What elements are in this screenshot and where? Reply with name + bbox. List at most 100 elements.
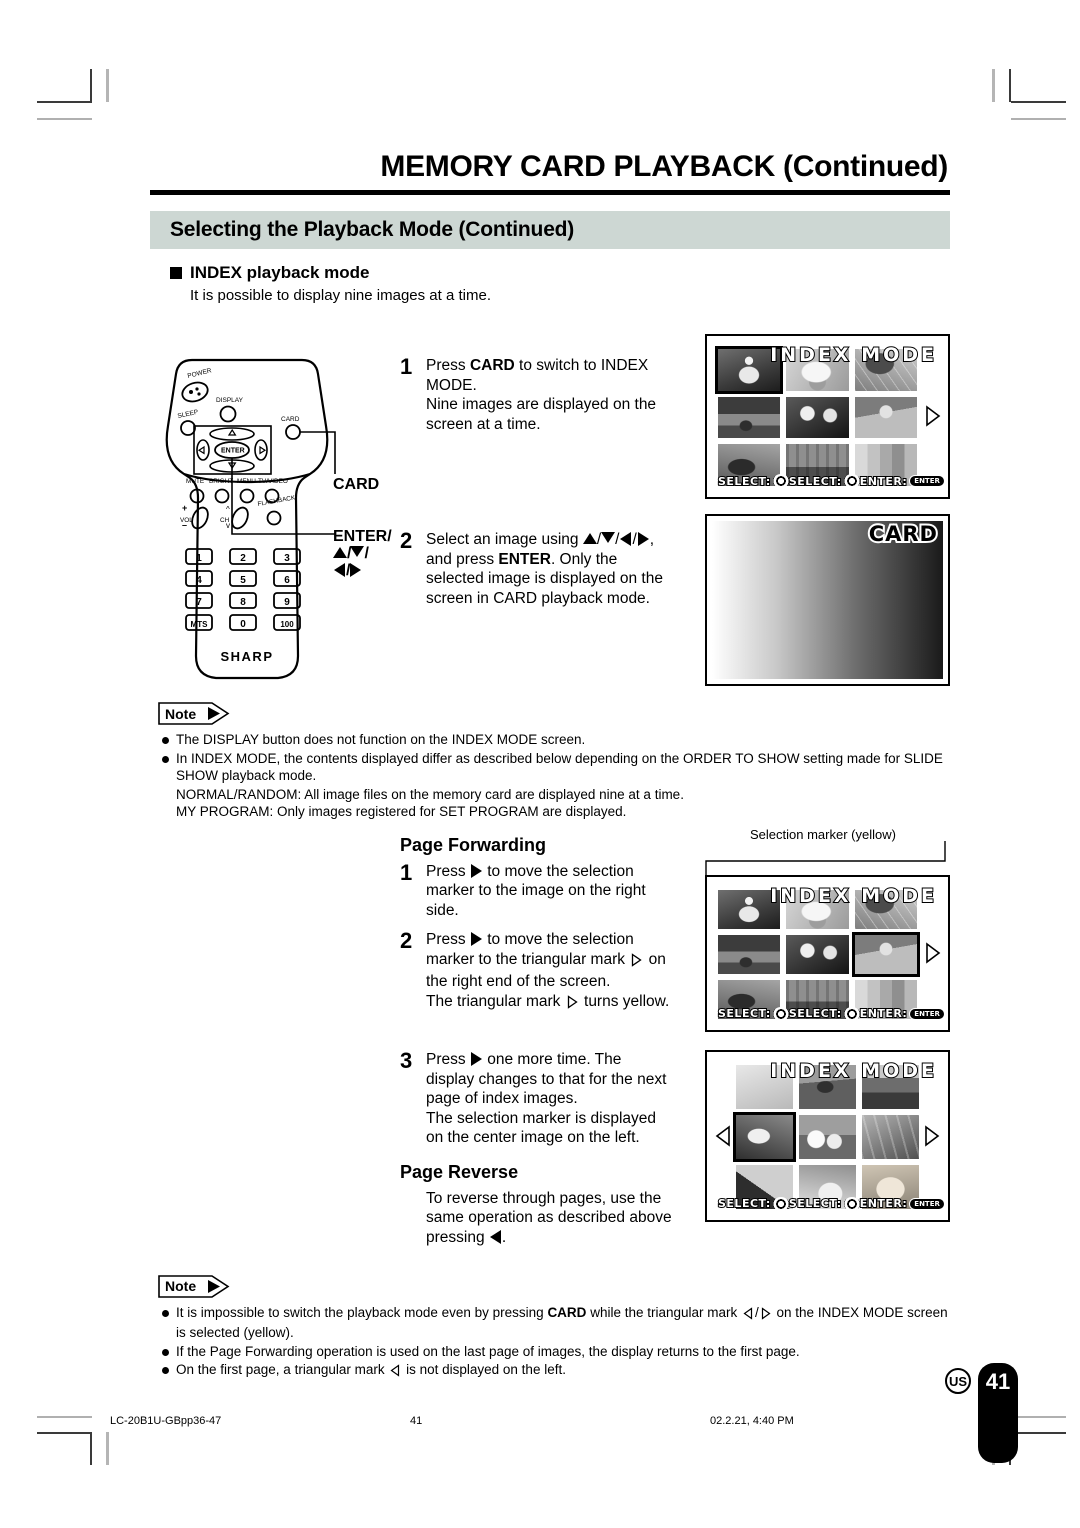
enter-label: ENTER: [859, 1196, 908, 1211]
note-badge-label: Note [165, 705, 197, 722]
right-arrow-icon [470, 1052, 482, 1066]
svg-text:8: 8 [240, 597, 246, 608]
svg-text:MENU: MENU [237, 478, 256, 485]
note-item-text: In INDEX MODE, the contents displayed di… [176, 750, 943, 784]
dpad-icon [772, 1006, 789, 1021]
page-forward-triangle-icon[interactable] [925, 405, 941, 427]
page-forwarding-title: Page Forwarding [400, 834, 547, 855]
up-arrow-icon [333, 547, 347, 558]
note-badge-top: Note [158, 702, 230, 725]
step-1-line-4: screen at a time. [426, 415, 541, 433]
step-1-line-2: MODE. [426, 376, 477, 394]
triangle-outline-left-icon [743, 1306, 753, 1325]
title-rule [150, 190, 950, 195]
svg-text:TV/VIDEO: TV/VIDEO [258, 478, 288, 485]
svg-text:DISPLAY: DISPLAY [216, 397, 244, 404]
page-forward-triangle-icon[interactable] [924, 1124, 940, 1147]
pf-step-2-line-4: The triangular mark turns yellow. [426, 992, 669, 1015]
note-list-bottom: It is impossible to switch the playback … [158, 1304, 950, 1382]
selection-marker-callout: Selection marker (yellow) [750, 826, 896, 842]
card-keyword: CARD [469, 357, 515, 374]
index-thumb-selected[interactable] [733, 1111, 796, 1162]
region-mark-us: US [945, 1368, 971, 1394]
pf-step-3-line-3: page of index images. [426, 1090, 578, 1107]
svg-text:3: 3 [284, 553, 290, 564]
index-mode-title-3: INDEX MODE [769, 1059, 937, 1083]
page-forward-triangle-icon[interactable] [925, 941, 941, 964]
note-item: In INDEX MODE, the contents displayed di… [158, 750, 950, 785]
index-thumb[interactable] [718, 934, 781, 974]
svg-text:9: 9 [284, 597, 290, 608]
index-thumb[interactable] [799, 1114, 856, 1159]
dpad-icon [772, 474, 789, 488]
page-title: MEMORY CARD PLAYBACK (Continued) [380, 150, 948, 183]
note-item: If the Page Forwarding operation is used… [158, 1343, 950, 1361]
index-thumb[interactable] [718, 396, 781, 439]
index-screen-3-footer: SELECT: SELECT: ENTER: ENTER [717, 1196, 945, 1211]
triangle-outline-right-icon [567, 994, 578, 1015]
section-title: Selecting the Playback Mode (Continued) [170, 218, 575, 241]
right-arrow-icon [470, 863, 482, 878]
select-label: SELECT: [717, 1196, 771, 1211]
select-label: SELECT: [788, 474, 842, 489]
triangle-outline-right-icon [761, 1306, 771, 1325]
square-bullet-icon [170, 267, 182, 279]
index-thumb[interactable] [786, 934, 849, 974]
bullet-dot-icon [162, 755, 169, 763]
note-item-text-post: is not displayed on the left. [402, 1362, 566, 1377]
print-footer: LC-20B1U-GBpp36-47 41 02.2.21, 4:40 PM [110, 1415, 930, 1427]
pf-step-2: 2 Press to move the selection marker to … [400, 930, 700, 1014]
select-label: SELECT: [788, 1006, 842, 1021]
step-1: 1 Press CARD to switch to INDEX MODE. Ni… [400, 356, 695, 434]
pf-step-3-line-2: display changes to that for the next [426, 1070, 667, 1088]
step-2-text: Select an image using / / /, and press ENT… [426, 530, 663, 608]
step-1-line-1: Press CARD to switch to INDEX [426, 357, 649, 374]
pr-line-1: To reverse through pages, use the [426, 1189, 662, 1207]
index-thumb[interactable] [862, 1114, 919, 1159]
svg-text:7: 7 [196, 597, 202, 608]
svg-text:5: 5 [240, 575, 246, 586]
svg-text:VOL: VOL [180, 517, 193, 524]
pr-line-3: pressing . [426, 1228, 507, 1246]
pf-step-2-line-2: marker to the triangular mark on [426, 950, 669, 973]
index-mode-screen-3-inner: INDEX MODE SELECT: SELECT: ENTER: ENTER [712, 1057, 945, 1215]
right-arrow-icon [637, 532, 649, 546]
select-hint-center: SELECT: [788, 1196, 860, 1211]
crop-mark-top-left-v [90, 69, 92, 102]
triangle-outline-right-icon [631, 952, 642, 973]
steps-top-column: 1 Press CARD to switch to INDEX MODE. Ni… [400, 356, 695, 612]
page-number-tab: 41 [978, 1363, 1018, 1463]
subsection-description: It is possible to display nine images at… [190, 287, 491, 304]
crop-mark-top-right-v [1009, 69, 1011, 102]
index-mode-title-2: INDEX MODE [769, 884, 937, 908]
note-block-top: Note The DISPLAY button does not functio… [150, 702, 950, 821]
step-2-line-2: and press ENTER. Only the [426, 550, 618, 568]
left-arrow-icon [489, 1229, 501, 1244]
select-hint-left: SELECT: [717, 1006, 789, 1021]
page-reverse-triangle-icon[interactable] [715, 1124, 731, 1147]
enter-hint: ENTER: ENTER [859, 1196, 945, 1211]
index-screen-1-footer: SELECT: SELECT: ENTER: ENTER [717, 474, 945, 489]
index-mode-title-1: INDEX MODE [769, 343, 937, 367]
index-mode-screen-1-inner: INDEX MODE SELECT: SELECT: ENTER: ENTER [712, 341, 945, 492]
index-thumb-selected[interactable] [851, 931, 921, 977]
enter-button-icon: ENTER [909, 475, 945, 487]
index-thumb[interactable] [854, 396, 917, 439]
page-forwarding-block: Page Forwarding 1 Press to move the sele… [400, 835, 700, 1248]
bullet-dot-icon [162, 1348, 169, 1356]
pf-step-3-number: 3 [400, 1048, 413, 1073]
select-hint-left: SELECT: [717, 474, 789, 489]
enter-hint: ENTER: ENTER [859, 474, 945, 489]
footer-page-number: 41 [410, 1415, 423, 1427]
dpad-icon [843, 474, 860, 488]
svg-text:v: v [226, 521, 230, 530]
index-thumb-grid-2 [718, 889, 921, 1019]
bullet-dot-icon [162, 737, 169, 744]
crop-mark-bottom-left-h [37, 1432, 92, 1434]
svg-text:^: ^ [226, 505, 230, 514]
footer-doc-id: LC-20B1U-GBpp36-47 [110, 1415, 222, 1427]
svg-text:MTS: MTS [191, 620, 209, 629]
enter-hint: ENTER: ENTER [859, 1006, 945, 1021]
svg-text:+: + [182, 503, 187, 513]
index-thumb[interactable] [786, 396, 849, 439]
